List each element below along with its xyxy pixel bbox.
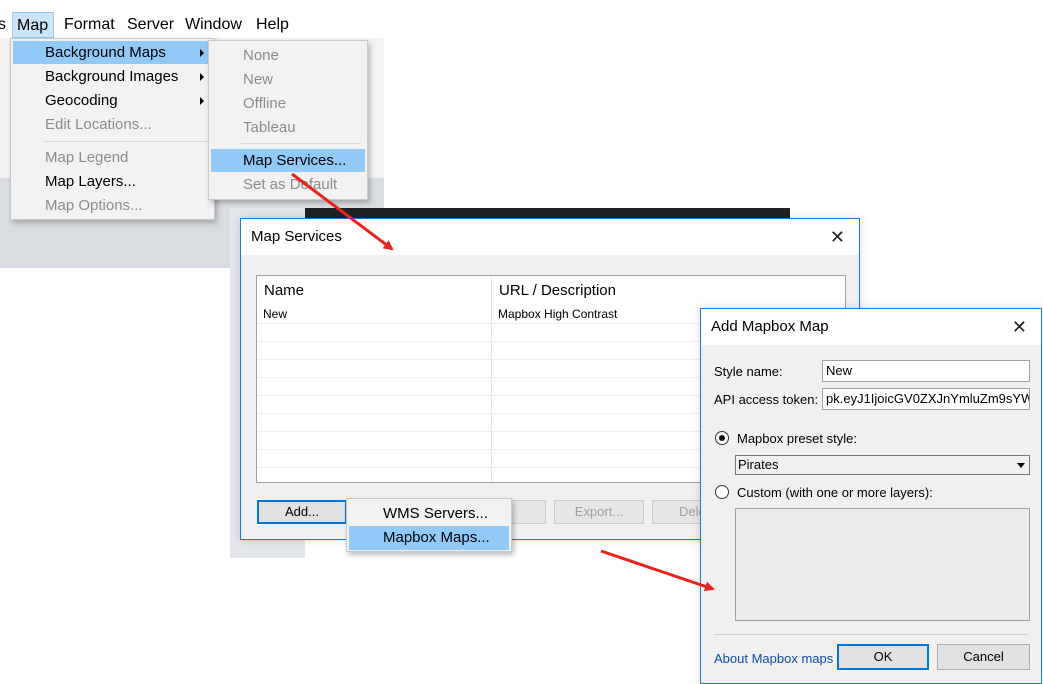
arrow-to-mapbox-dialog	[600, 549, 715, 592]
annotation-arrows	[291, 172, 715, 592]
arrow-to-map-services	[291, 172, 394, 251]
